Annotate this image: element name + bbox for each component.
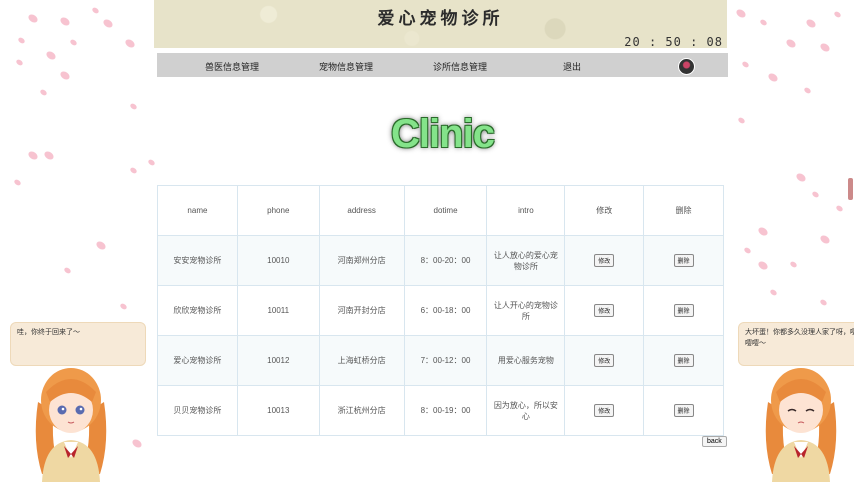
- scrollbar-thumb[interactable]: [848, 178, 853, 200]
- cell-name: 安安宠物诊所: [157, 235, 238, 286]
- table-header-row: name phone address dotime intro 修改 删除: [157, 185, 724, 236]
- edit-button[interactable]: 修改: [594, 404, 615, 417]
- delete-button[interactable]: 删除: [673, 304, 694, 317]
- delete-button[interactable]: 删除: [673, 354, 694, 367]
- column-header-dotime: dotime: [403, 185, 488, 236]
- cell-intro: 因为放心，所以安心: [486, 385, 566, 436]
- edit-button[interactable]: 修改: [594, 254, 615, 267]
- cell-intro: 让人放心的爱心宠物诊所: [486, 235, 566, 286]
- cell-dotime: 8：00-19：00: [403, 385, 488, 436]
- left-mascot-speech-bubble: 哇，你终于回来了～: [10, 322, 146, 366]
- column-header-delete: 删除: [643, 185, 724, 236]
- right-mascot-speech-bubble: 大坏蛋！你都多久没理人家了呀，嘤嘤嘤～: [738, 322, 854, 366]
- cell-address: 河南郑州分店: [318, 235, 405, 286]
- column-header-intro: intro: [486, 185, 566, 236]
- edit-button[interactable]: 修改: [594, 354, 615, 367]
- column-header-name: name: [157, 185, 238, 236]
- cell-address: 上海虹桥分店: [318, 335, 405, 386]
- delete-button[interactable]: 删除: [673, 404, 694, 417]
- nav-item-clinic-management[interactable]: 诊所信息管理: [433, 60, 487, 73]
- cell-name: 欣欣宠物诊所: [157, 285, 238, 336]
- cell-phone: 10010: [236, 235, 320, 286]
- cell-intro: 用爱心服务宠物: [486, 335, 566, 386]
- nav-item-pet-management[interactable]: 宠物信息管理: [319, 60, 373, 73]
- cell-phone: 10011: [236, 285, 320, 336]
- cell-dotime: 6：00-18：00: [403, 285, 488, 336]
- right-mascot-illustration[interactable]: [760, 362, 842, 482]
- clinic-table: name phone address dotime intro 修改 删除 安安…: [157, 185, 724, 436]
- table-row: 安安宠物诊所 10010 河南郑州分店 8：00-20：00 让人放心的爱心宠物…: [157, 235, 724, 286]
- cell-name: 爱心宠物诊所: [157, 335, 238, 386]
- site-title: 爱心宠物诊所: [377, 9, 504, 29]
- cell-intro: 让人开心的宠物诊所: [486, 285, 566, 336]
- column-header-edit: 修改: [564, 185, 645, 236]
- column-header-address: address: [318, 185, 405, 236]
- cell-name: 贝贝宠物诊所: [157, 385, 238, 436]
- avatar[interactable]: [678, 58, 695, 75]
- nav-bar: 兽医信息管理 宠物信息管理 诊所信息管理 退出: [157, 53, 728, 77]
- cell-dotime: 8：00-20：00: [403, 235, 488, 286]
- column-header-phone: phone: [236, 185, 320, 236]
- table-row: 贝贝宠物诊所 10013 浙江杭州分店 8：00-19：00 因为放心，所以安心…: [157, 385, 724, 436]
- page-title: Clinic: [391, 112, 495, 156]
- table-row: 欣欣宠物诊所 10011 河南开封分店 6：00-18：00 让人开心的宠物诊所…: [157, 285, 724, 336]
- cell-address: 浙江杭州分店: [318, 385, 405, 436]
- back-button[interactable]: back: [702, 436, 727, 447]
- cell-phone: 10012: [236, 335, 320, 386]
- edit-button[interactable]: 修改: [594, 304, 615, 317]
- nav-item-vet-management[interactable]: 兽医信息管理: [205, 60, 259, 73]
- cell-address: 河南开封分店: [318, 285, 405, 336]
- cell-dotime: 7：00-12：00: [403, 335, 488, 386]
- left-mascot-illustration[interactable]: [30, 362, 112, 482]
- clock: 20 : 50 : 08: [624, 35, 723, 49]
- delete-button[interactable]: 删除: [673, 254, 694, 267]
- nav-item-logout[interactable]: 退出: [563, 60, 581, 73]
- table-row: 爱心宠物诊所 10012 上海虹桥分店 7：00-12：00 用爱心服务宠物 修…: [157, 335, 724, 386]
- cell-phone: 10013: [236, 385, 320, 436]
- site-header: 爱心宠物诊所 20 : 50 : 08: [154, 0, 727, 49]
